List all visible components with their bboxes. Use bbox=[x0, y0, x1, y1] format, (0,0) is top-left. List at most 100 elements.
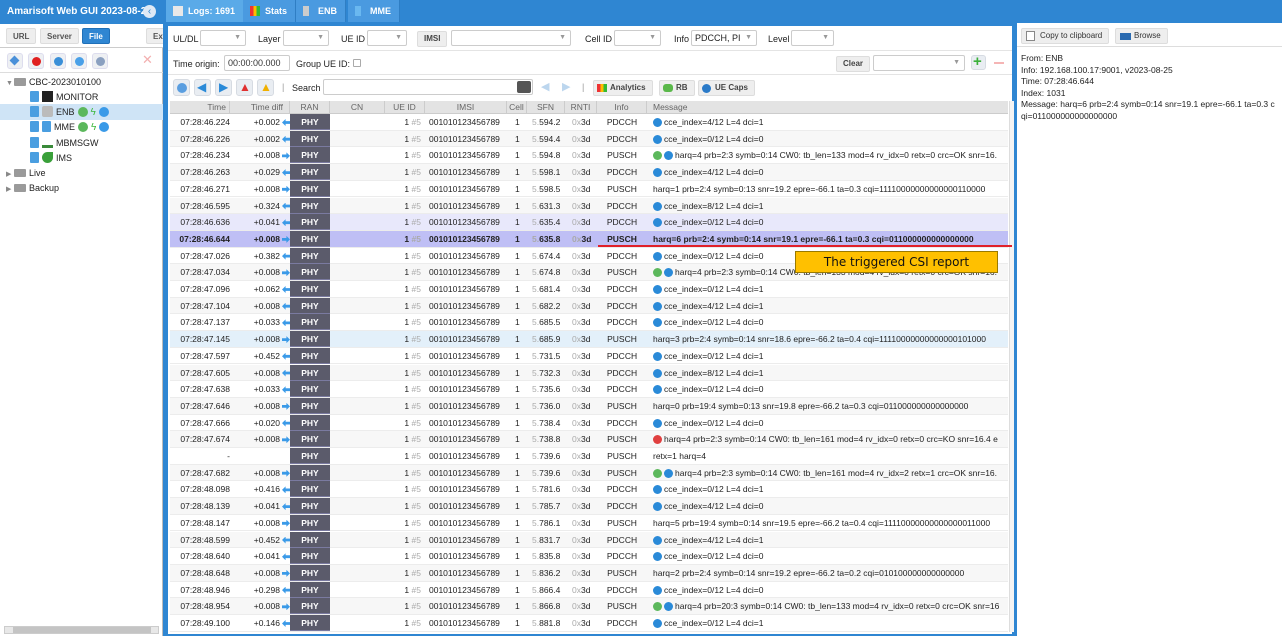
table-row[interactable]: 07:28:47.666 +0.020 PHY 1 #5 001010123456789… bbox=[170, 414, 1008, 432]
warning-filter-button[interactable]: ▲ bbox=[257, 79, 274, 96]
layer-select[interactable]: ▼ bbox=[283, 30, 329, 46]
table-row[interactable]: 07:28:47.597 +0.452 PHY 1 #5 001010123456789… bbox=[170, 347, 1008, 365]
tab-url[interactable]: URL bbox=[6, 28, 37, 44]
clock-button[interactable] bbox=[173, 79, 190, 96]
table-row[interactable]: 07:28:47.104 +0.008 PHY 1 #5 001010123456789… bbox=[170, 297, 1008, 315]
search-prev-icon[interactable]: ◀ bbox=[541, 80, 549, 93]
tree-node-ims[interactable]: IMS bbox=[30, 150, 163, 166]
search-next-icon[interactable]: ▶ bbox=[562, 80, 570, 93]
table-row[interactable]: 07:28:46.263 +0.029 PHY 1 #5 001010123456789… bbox=[170, 164, 1008, 181]
table-row[interactable]: 07:28:48.147 +0.008 PHY 1 #5 001010123456789… bbox=[170, 514, 1008, 532]
table-row[interactable]: 07:28:47.638 +0.033 PHY 1 #5 001010123456789… bbox=[170, 381, 1008, 398]
col-sfn[interactable]: SFN bbox=[527, 101, 565, 114]
level-select[interactable]: ▼ bbox=[791, 30, 834, 46]
error-filter-button[interactable]: ▲ bbox=[236, 79, 253, 96]
settings-button[interactable] bbox=[92, 53, 108, 69]
time-origin-input[interactable]: 00:00:00.000 bbox=[224, 55, 290, 71]
close-icon[interactable]: ✕ bbox=[142, 52, 153, 68]
table-row[interactable]: 07:28:47.145 +0.008 PHY 1 #5 001010123456789… bbox=[170, 331, 1008, 348]
tab-stats[interactable]: Stats bbox=[243, 0, 297, 22]
pause-button[interactable] bbox=[71, 53, 87, 69]
imsi-select[interactable]: ▼ bbox=[451, 30, 571, 46]
table-row[interactable]: 07:28:49.100 +0.146 PHY 1 #5 001010123456789… bbox=[170, 615, 1008, 632]
tab-logs[interactable]: Logs: 1691 bbox=[166, 0, 245, 22]
table-row[interactable]: 07:28:48.599 +0.452 PHY 1 #5 001010123456789… bbox=[170, 531, 1008, 549]
table-row[interactable]: 07:28:48.648 +0.008 PHY 1 #5 001010123456789… bbox=[170, 564, 1008, 582]
tab-mme[interactable]: MME bbox=[348, 0, 400, 22]
col-message[interactable]: Message bbox=[647, 101, 1008, 114]
table-row[interactable]: 07:28:46.226 +0.002 PHY 1 #5 001010123456789… bbox=[170, 130, 1008, 148]
left-panel: Amarisoft Web GUI 2023-08-25 ‹ URL Serve… bbox=[0, 0, 169, 636]
search-tool-button[interactable] bbox=[7, 53, 23, 69]
tree-node-backup[interactable]: ▶ Backup bbox=[6, 180, 163, 196]
analytics-button[interactable]: Analytics bbox=[593, 80, 653, 96]
col-rnti[interactable]: RNTI bbox=[565, 101, 597, 114]
rb-button[interactable]: RB bbox=[659, 80, 695, 96]
table-row[interactable]: 07:28:46.224 +0.002 PHY 1 #5 001010123456789… bbox=[170, 114, 1008, 131]
browse-button[interactable]: Browse bbox=[1115, 28, 1168, 44]
tab-server[interactable]: Server bbox=[40, 28, 79, 44]
table-row[interactable]: 07:28:46.636 +0.041 PHY 1 #5 001010123456789… bbox=[170, 214, 1008, 231]
uldl-select[interactable]: ▼ bbox=[200, 30, 246, 46]
col-time[interactable]: Time bbox=[170, 101, 230, 114]
play-icon[interactable] bbox=[98, 107, 109, 117]
col-imsi[interactable]: IMSI bbox=[425, 101, 507, 114]
col-time-diff[interactable]: Time diff bbox=[230, 101, 290, 114]
table-row[interactable]: 07:28:48.640 +0.041 PHY 1 #5 001010123456789… bbox=[170, 548, 1008, 565]
cellid-select[interactable]: ▼ bbox=[614, 30, 661, 46]
scrollbar-thumb[interactable] bbox=[13, 627, 151, 633]
cell-ran: PHY bbox=[290, 147, 330, 164]
tree-node-cbc[interactable]: ▼ CBC-2023010100 bbox=[6, 74, 163, 90]
binoculars-icon[interactable] bbox=[517, 81, 531, 93]
imsi-button[interactable]: IMSI bbox=[417, 31, 448, 47]
prev-button[interactable]: ◀ bbox=[194, 79, 211, 96]
search-input[interactable] bbox=[323, 79, 533, 95]
table-row[interactable]: 07:28:47.137 +0.033 PHY 1 #5 001010123456789… bbox=[170, 314, 1008, 332]
table-row[interactable]: 07:28:46.271 +0.008 PHY 1 #5 001010123456789… bbox=[170, 180, 1008, 198]
col-cn[interactable]: CN bbox=[330, 101, 385, 114]
table-row[interactable]: 07:28:48.139 +0.041 PHY 1 #5 001010123456789… bbox=[170, 498, 1008, 515]
cell-message: cce_index=8/12 L=4 dci=1 bbox=[653, 198, 1008, 214]
uecaps-button[interactable]: UE Caps bbox=[698, 80, 755, 96]
table-row[interactable]: - PHY 1 #5 001010123456789 1 5.739.6 0x3d PUSCH… bbox=[170, 448, 1008, 465]
table-row[interactable]: 07:28:46.234 +0.008 PHY 1 #5 001010123456789… bbox=[170, 147, 1008, 165]
chevron-down-icon: ▼ bbox=[234, 34, 241, 41]
ueid-select[interactable]: ▼ bbox=[367, 30, 407, 46]
table-row[interactable]: 07:28:47.646 +0.008 PHY 1 #5 001010123456789… bbox=[170, 397, 1008, 415]
horizontal-scrollbar[interactable] bbox=[4, 626, 159, 634]
tree-node-live[interactable]: ▶ Live bbox=[6, 165, 163, 181]
table-row[interactable]: 07:28:46.595 +0.324 PHY 1 #5 001010123456789… bbox=[170, 197, 1008, 215]
tree-node-enb[interactable]: ENB ϟ bbox=[0, 104, 163, 120]
table-row[interactable]: 07:28:48.098 +0.416 PHY 1 #5 001010123456789… bbox=[170, 481, 1008, 499]
col-ue-id[interactable]: UE ID bbox=[385, 101, 425, 114]
add-filter-button[interactable]: + bbox=[971, 53, 986, 70]
table-row[interactable]: 07:28:47.605 +0.008 PHY 1 #5 001010123456789… bbox=[170, 364, 1008, 382]
cell-sfn: 5.738.8 bbox=[532, 434, 561, 445]
tree-node-mme[interactable]: MME ϟ bbox=[30, 119, 163, 135]
clear-button[interactable]: Clear bbox=[836, 56, 871, 72]
table-row[interactable]: 07:28:47.674 +0.008 PHY 1 #5 001010123456789… bbox=[170, 431, 1008, 448]
status-ok-icon bbox=[77, 107, 88, 117]
group-ueid-checkbox[interactable] bbox=[353, 59, 361, 67]
tab-file[interactable]: File bbox=[82, 28, 110, 44]
table-row[interactable]: 07:28:47.096 +0.062 PHY 1 #5 001010123456789… bbox=[170, 281, 1008, 298]
cell-cell: 1 bbox=[515, 417, 520, 428]
table-row[interactable]: 07:28:47.682 +0.008 PHY 1 #5 001010123456789… bbox=[170, 464, 1008, 482]
filter-preset-select[interactable]: ▼ bbox=[873, 55, 965, 71]
play-icon[interactable] bbox=[99, 122, 110, 132]
next-button[interactable]: ▶ bbox=[215, 79, 232, 96]
info-select[interactable]: PDCCH, PI ▼ bbox=[691, 30, 757, 46]
col-cell[interactable]: Cell bbox=[507, 101, 527, 114]
tree-node-mbmsgw[interactable]: MBMSGW bbox=[30, 135, 163, 151]
col-info[interactable]: Info bbox=[597, 101, 647, 114]
table-row[interactable]: 07:28:48.946 +0.298 PHY 1 #5 001010123456789… bbox=[170, 581, 1008, 599]
collapse-panel-button[interactable]: ‹ bbox=[143, 5, 156, 18]
remove-filter-icon[interactable] bbox=[994, 62, 1004, 64]
tab-enb[interactable]: ENB bbox=[296, 0, 347, 22]
stop-button[interactable] bbox=[28, 53, 44, 69]
tree-node-monitor[interactable]: MONITOR bbox=[30, 89, 163, 105]
col-ran[interactable]: RAN bbox=[290, 101, 330, 114]
refresh-button[interactable] bbox=[50, 53, 66, 69]
copy-to-clipboard-button[interactable]: Copy to clipboard bbox=[1021, 28, 1110, 44]
table-row[interactable]: 07:28:48.954 +0.008 PHY 1 #5 001010123456789… bbox=[170, 598, 1008, 615]
